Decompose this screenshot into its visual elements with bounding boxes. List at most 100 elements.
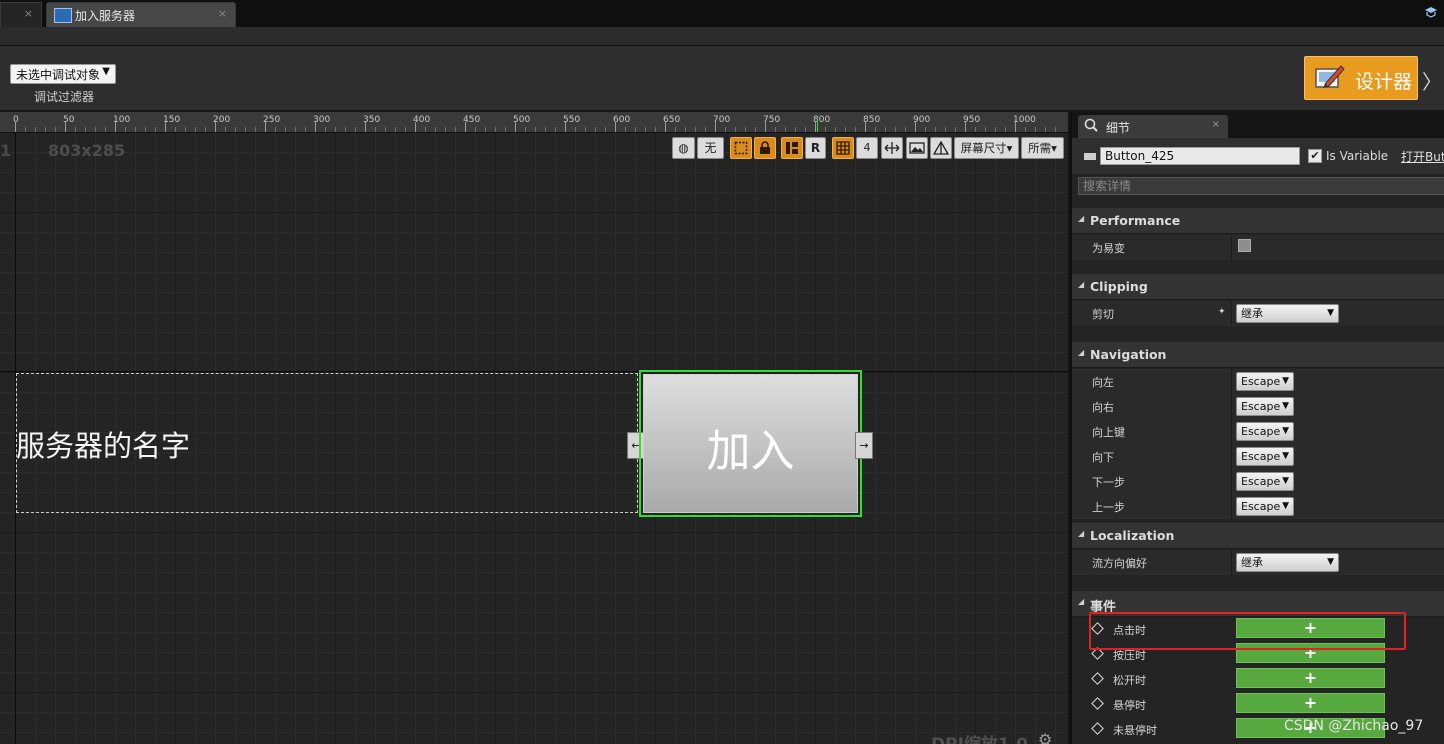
debug-object-select[interactable]: 未选中调试对象 ▼ (10, 64, 116, 84)
ruler-minor-tick (375, 127, 376, 132)
ruler-minor-tick (545, 127, 546, 132)
section-performance[interactable]: ◢ Performance (1072, 208, 1444, 234)
respect-locks-button[interactable]: R (805, 137, 826, 159)
widget-name-input[interactable] (1100, 147, 1300, 165)
nav-right-dropdown[interactable]: Escape ▼ (1236, 397, 1294, 416)
lock-icon[interactable] (754, 137, 776, 159)
grid-size-button[interactable]: 4 (856, 137, 878, 159)
details-tab-bar: 细节 × (1072, 112, 1444, 138)
ruler-minor-tick (385, 127, 386, 132)
add-event-button[interactable]: + (1236, 693, 1385, 713)
property-label: 上一步 (1092, 501, 1125, 514)
ruler-major-tick (415, 122, 416, 132)
join-button-body: 加入 (643, 374, 858, 513)
server-name-text-block[interactable]: 服务器的名字 (16, 423, 190, 465)
ruler-minor-tick (355, 127, 356, 132)
caret-down-icon: ◢ (1078, 214, 1085, 223)
add-event-button[interactable]: + (1236, 668, 1385, 688)
graduation-cap-icon[interactable] (1424, 5, 1438, 19)
ruler-minor-tick (225, 127, 226, 132)
tab-previous-close-icon[interactable]: × (24, 7, 33, 20)
chevron-down-icon: ▼ (1282, 426, 1289, 436)
dropdown-value: Escape (1241, 425, 1281, 438)
nav-up-dropdown[interactable]: Escape ▼ (1236, 422, 1294, 441)
nav-previous-dropdown[interactable]: Escape ▼ (1236, 497, 1294, 516)
join-button-widget[interactable]: 加入 (639, 370, 862, 517)
ruler-minor-tick (595, 127, 596, 132)
layout-mode-icon[interactable] (781, 137, 803, 159)
fill-mode-dropdown[interactable]: 所需▾ (1021, 137, 1064, 159)
column-divider (1231, 394, 1232, 419)
grid-snap-icon[interactable] (832, 137, 854, 159)
arrow-right-icon[interactable]: → (855, 432, 873, 459)
caret-down-icon: ◢ (1078, 529, 1085, 538)
is-variable-checkbox[interactable]: ✔ (1308, 149, 1322, 163)
ruler-minor-tick (1045, 127, 1046, 132)
section-clipping-label: Clipping (1090, 279, 1148, 294)
close-icon[interactable]: × (1212, 119, 1220, 130)
property-row-nav-left: 向左 Escape ▼ (1072, 369, 1444, 394)
ruler-minor-tick (195, 127, 196, 132)
tab-join-server[interactable]: 加入服务器 × (46, 2, 236, 27)
ruler-major-tick (715, 122, 716, 132)
ruler-minor-tick (855, 127, 856, 132)
ruler-minor-tick (755, 127, 756, 132)
localization-preview-button[interactable]: 无 (697, 137, 724, 159)
ruler-major-tick (665, 122, 666, 132)
ruler-minor-tick (95, 127, 96, 132)
ruler-minor-tick (325, 127, 326, 132)
pin-icon[interactable]: ✦ (1218, 307, 1226, 317)
ruler-minor-tick (275, 127, 276, 132)
ruler-minor-tick (395, 127, 396, 132)
ruler-minor-tick (635, 127, 636, 132)
designer-canvas[interactable]: 0 50 100 150 200 250 300 350 400 450 500 550 600 650 7… (0, 112, 1068, 744)
nav-left-dropdown[interactable]: Escape ▼ (1236, 372, 1294, 391)
property-row-nav-next: 下一步 Escape ▼ (1072, 469, 1444, 494)
ruler-major-tick (115, 122, 116, 132)
resolution-label: 803x285 (48, 141, 126, 160)
screen-size-dropdown[interactable]: 屏幕尺寸▾ (954, 137, 1019, 159)
ruler-minor-tick (895, 127, 896, 132)
section-navigation-label: Navigation (1090, 347, 1167, 362)
grid-size-value: 4 (863, 141, 871, 154)
section-navigation[interactable]: ◢ Navigation (1072, 342, 1444, 368)
ruler-major-tick (615, 122, 616, 132)
dropdown-value: Escape (1241, 400, 1281, 413)
chevron-right-icon[interactable]: 〉 (1422, 66, 1442, 95)
tab-details[interactable]: 细节 × (1078, 115, 1228, 138)
ruler-minor-tick (1035, 127, 1036, 132)
fit-view-icon[interactable] (881, 137, 903, 159)
clipping-dropdown[interactable]: 继承 ▼ (1236, 304, 1339, 323)
volatile-checkbox[interactable] (1238, 239, 1251, 252)
ruler-minor-tick (835, 127, 836, 132)
section-performance-label: Performance (1090, 213, 1181, 228)
open-button-link[interactable]: 打开Button (1401, 148, 1444, 165)
safe-zone-icon[interactable] (930, 137, 952, 159)
ruler-minor-tick (295, 127, 296, 132)
flow-direction-dropdown-value: 继承 (1241, 556, 1263, 569)
join-button-label: 加入 (706, 426, 795, 477)
ruler-minor-tick (445, 127, 446, 132)
ruler-minor-tick (255, 127, 256, 132)
ruler-minor-tick (695, 127, 696, 132)
gear-icon[interactable]: ⚙ (1038, 730, 1052, 744)
ruler-minor-tick (775, 127, 776, 132)
select-outline-icon[interactable] (730, 137, 752, 159)
ruler-minor-tick (935, 127, 936, 132)
tab-previous[interactable]: × (0, 2, 42, 27)
flow-direction-dropdown[interactable]: 继承 ▼ (1236, 553, 1339, 572)
designer-mode-button[interactable]: 设计器 (1304, 56, 1418, 100)
section-clipping[interactable]: ◢ Clipping (1072, 274, 1444, 300)
property-label: 向下 (1092, 451, 1114, 464)
background-image-icon[interactable] (906, 137, 928, 159)
widget-name-row: ✔ Is Variable 打开Button (1072, 138, 1444, 174)
nav-next-dropdown[interactable]: Escape ▼ (1236, 472, 1294, 491)
tab-close-icon[interactable]: × (218, 7, 227, 20)
search-details-input[interactable]: 搜索详情 (1078, 177, 1444, 195)
globe-icon[interactable]: ◍ (672, 137, 695, 159)
ruler-minor-tick (135, 127, 136, 132)
ruler-major-tick (165, 122, 166, 132)
section-localization[interactable]: ◢ Localization (1072, 523, 1444, 549)
nav-down-dropdown[interactable]: Escape ▼ (1236, 447, 1294, 466)
ruler-minor-tick (505, 127, 506, 132)
